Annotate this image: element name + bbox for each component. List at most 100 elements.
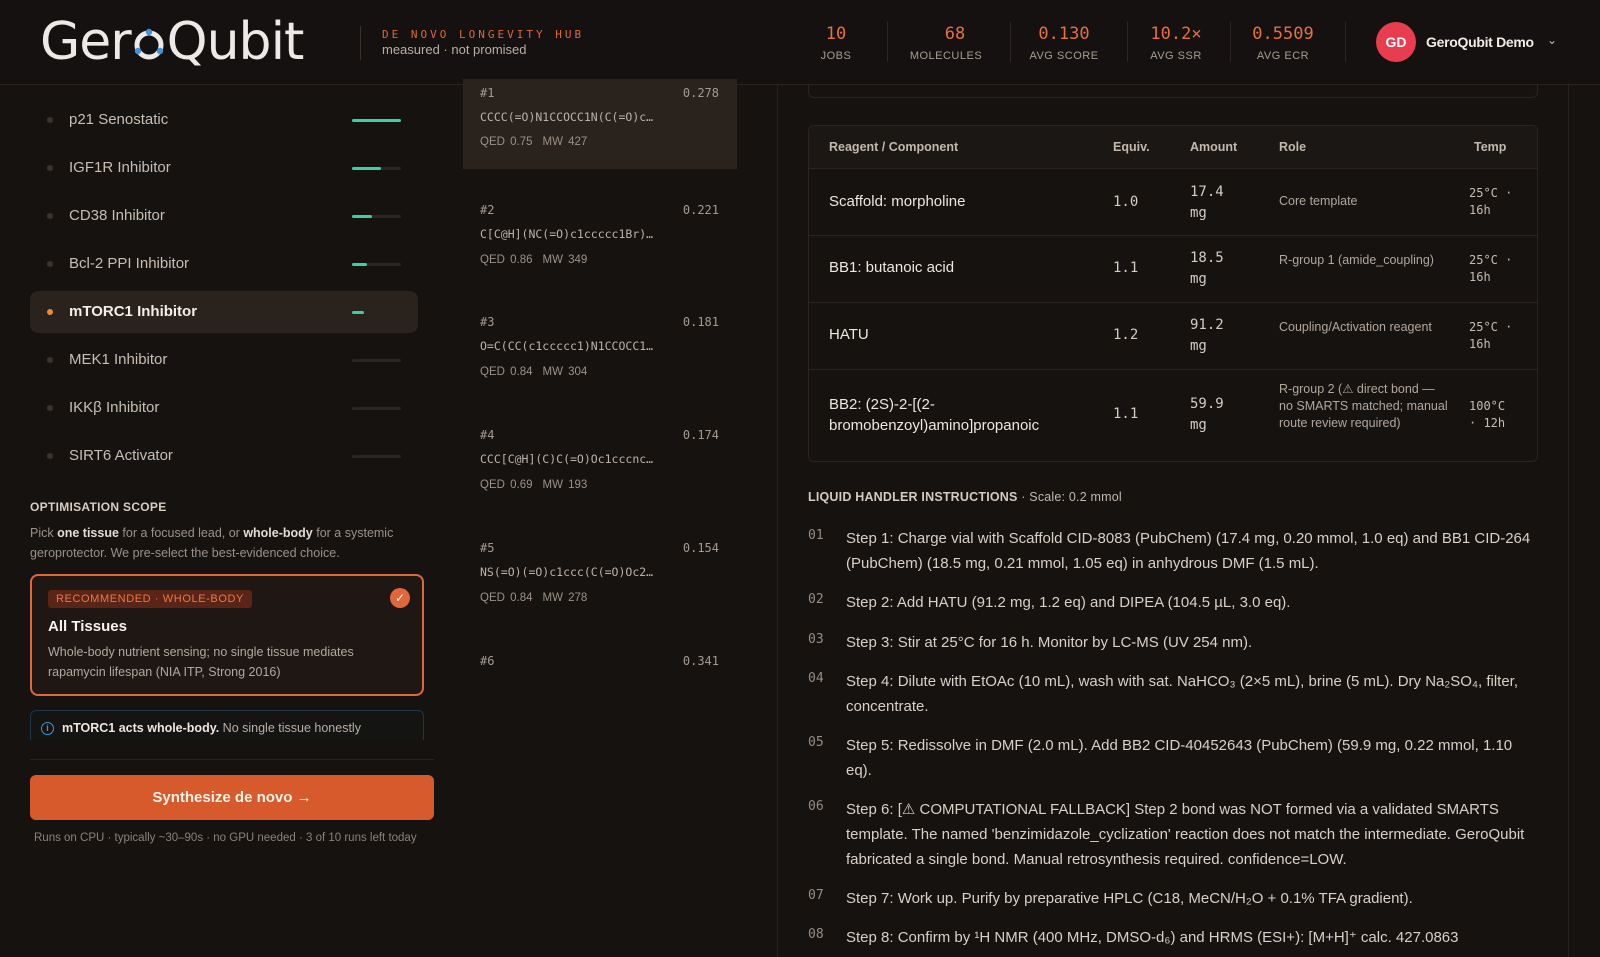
- molecule-rank: #2: [480, 203, 495, 217]
- molecule-card-5[interactable]: #5 0.154 NS(=O)(=O)c1ccc(C(=O)Oc2… QED 0…: [463, 535, 737, 647]
- scope-desc-bold: whole-body: [243, 526, 313, 540]
- molecule-mw: MW 349: [542, 254, 588, 266]
- molecule-smiles: CCC[C@H](C)C(=O)Oc1cccnc…: [480, 452, 654, 466]
- target-item-bcl2[interactable]: Bcl-2 PPI Inhibitor: [30, 243, 418, 285]
- target-dot: [47, 117, 53, 123]
- column-header-amount: Amount: [1190, 140, 1238, 154]
- reagent-amount: 18.5 mg: [1190, 250, 1224, 287]
- target-item-cd38[interactable]: CD38 Inhibitor: [30, 195, 418, 237]
- step-text: Step 7: Work up. Purify by preparative H…: [846, 890, 1413, 907]
- stat-divider: [1127, 22, 1128, 62]
- liquid-handler-scale: · Scale: 0.2 mmol: [1017, 490, 1122, 504]
- target-item-ikkb[interactable]: IKKβ Inhibitor: [30, 387, 418, 429]
- scope-desc-text: Pick: [30, 526, 58, 540]
- molecule-score: 0.174: [682, 428, 719, 442]
- step-text: Step 2: Add HATU (91.2 mg, 1.2 eq) and D…: [846, 594, 1291, 611]
- target-progress-fill: [352, 215, 372, 218]
- header-divider: [360, 26, 361, 60]
- step-number: 07: [808, 888, 824, 903]
- reagent-name: BB1: butanoic acid: [829, 259, 955, 276]
- info-text-rest: No single tissue honestly: [219, 721, 361, 735]
- stat-value: 10: [825, 24, 847, 44]
- stat-avg-ssr: 10.2× AVG SSR: [1146, 24, 1206, 62]
- app-header: Ger Qubit DE NOVO LONGEVITY HUB measured…: [0, 0, 1600, 85]
- tagline-top: DE NOVO LONGEVITY HUB: [382, 28, 585, 41]
- reagent-amount: 59.9 mg: [1190, 396, 1224, 433]
- stat-jobs: 10 JOBS: [806, 24, 866, 62]
- reagent-table: Reagent / Component Equiv. Amount Role T…: [808, 125, 1538, 462]
- synthesize-button[interactable]: Synthesize de novo →: [30, 775, 434, 820]
- recommended-badge: RECOMMENDED · WHOLE-BODY: [48, 590, 252, 608]
- molecule-score: 0.221: [682, 203, 719, 217]
- user-name[interactable]: GeroQubit Demo: [1426, 34, 1534, 50]
- reagent-role: Core template: [1279, 194, 1358, 208]
- stat-label: AVG ECR: [1256, 50, 1310, 62]
- target-item-p21[interactable]: p21 Senostatic: [30, 99, 418, 141]
- scope-title: OPTIMISATION SCOPE: [30, 500, 167, 514]
- target-progress: [352, 215, 401, 218]
- target-progress-fill: [352, 119, 401, 122]
- molecule-rank: #1: [480, 86, 495, 100]
- chevron-down-icon[interactable]: ⌄: [1547, 33, 1557, 47]
- target-name: CD38 Inhibitor: [69, 207, 165, 224]
- target-dot: [47, 261, 53, 267]
- molecule-score: 0.181: [682, 315, 719, 329]
- molecule-card-1[interactable]: #1 0.278 CCCC(=O)N1CCOCC1N(C(=O)c… QED 0…: [463, 79, 737, 169]
- target-item-mtorc1[interactable]: mTORC1 Inhibitor: [30, 291, 418, 333]
- molecule-card-3[interactable]: #3 0.181 O=C(CC(c1ccccc1)N1CCOCC1… QED 0…: [463, 309, 737, 421]
- target-item-igf1r[interactable]: IGF1R Inhibitor: [30, 147, 418, 189]
- reagent-temp: 25°C · 16h: [1469, 253, 1513, 284]
- stat-label: AVG SSR: [1150, 50, 1202, 62]
- target-name: MEK1 Inhibitor: [69, 351, 168, 368]
- scope-option-description: Whole-body nutrient sensing; no single t…: [48, 645, 354, 679]
- step-number: 05: [808, 735, 824, 750]
- previous-card-edge: [808, 85, 1538, 98]
- liquid-handler-title: LIQUID HANDLER INSTRUCTIONS · Scale: 0.2…: [808, 490, 1122, 504]
- stat-label: JOBS: [820, 50, 852, 62]
- table-header: Reagent / Component Equiv. Amount Role T…: [809, 126, 1537, 169]
- target-progress: [352, 167, 401, 170]
- step-number: 04: [808, 671, 824, 686]
- molecule-qed: QED 0.69: [480, 479, 533, 491]
- column-divider: [1568, 85, 1569, 957]
- info-note: i mTORC1 acts whole-body. No single tiss…: [30, 710, 424, 740]
- reagent-equiv: 1.2: [1113, 327, 1139, 343]
- column-header-equiv: Equiv.: [1113, 140, 1150, 154]
- table-row: BB2: (2S)-2-[(2-bromobenzoyl)amino]propa…: [809, 370, 1537, 461]
- step-text: Step 3: Stir at 25°C for 16 h. Monitor b…: [846, 634, 1253, 651]
- stat-molecules: 68 MOLECULES: [906, 24, 986, 62]
- target-item-mek1[interactable]: MEK1 Inhibitor: [30, 339, 418, 381]
- stat-avg-ecr: 0.5509 AVG ECR: [1248, 24, 1318, 62]
- molecule-card-2[interactable]: #2 0.221 C[C@H](NC(=O)c1ccccc1Br)… QED 0…: [463, 197, 737, 309]
- reagent-amount: 91.2 mg: [1190, 317, 1224, 354]
- column-divider: [777, 85, 778, 957]
- molecule-card-6[interactable]: #6 0.341: [463, 648, 737, 760]
- geroqubit-logo[interactable]: Ger Qubit: [40, 12, 304, 72]
- target-progress: [352, 407, 401, 410]
- column-header-temp: Temp: [1474, 140, 1507, 154]
- stat-divider: [1230, 22, 1231, 62]
- avatar[interactable]: GD: [1376, 22, 1416, 62]
- info-text-bold: mTORC1 acts whole-body.: [62, 721, 220, 735]
- scope-option-title: All Tissues: [48, 618, 127, 635]
- target-name: IKKβ Inhibitor: [69, 399, 160, 416]
- step-text: Step 8: Confirm by ¹H NMR (400 MHz, DMSO…: [846, 929, 1459, 946]
- logo-text-pre: Ger: [40, 12, 132, 72]
- scope-option-all-tissues[interactable]: RECOMMENDED · WHOLE-BODY ✓ All Tissues W…: [30, 574, 424, 696]
- stat-value: 0.130: [1038, 24, 1090, 44]
- target-name: Bcl-2 PPI Inhibitor: [69, 255, 190, 272]
- molecule-smiles: C[C@H](NC(=O)c1ccccc1Br)…: [480, 227, 654, 241]
- stat-label: MOLECULES: [909, 50, 983, 62]
- molecule-props: QED 0.69 MW 193: [480, 479, 597, 491]
- reagent-name: HATU: [829, 326, 869, 343]
- target-item-sirt6[interactable]: SIRT6 Activator: [30, 435, 418, 477]
- tagline-bottom: measured · not promised: [382, 42, 527, 57]
- reagent-name: BB2: (2S)-2-[(2-bromobenzoyl)amino]propa…: [829, 396, 1040, 434]
- molecule-qed: QED 0.86: [480, 254, 533, 266]
- stat-label: AVG SCORE: [1029, 50, 1099, 62]
- liquid-handler-title-text: LIQUID HANDLER INSTRUCTIONS: [808, 490, 1018, 504]
- molecule-card-4[interactable]: #4 0.174 CCC[C@H](C)C(=O)Oc1cccnc… QED 0…: [463, 422, 737, 534]
- step-text: Step 6: [⚠ COMPUTATIONAL FALLBACK] Step …: [846, 801, 1525, 868]
- step-number: 03: [808, 632, 824, 647]
- molecule-qed: QED 0.84: [480, 366, 533, 378]
